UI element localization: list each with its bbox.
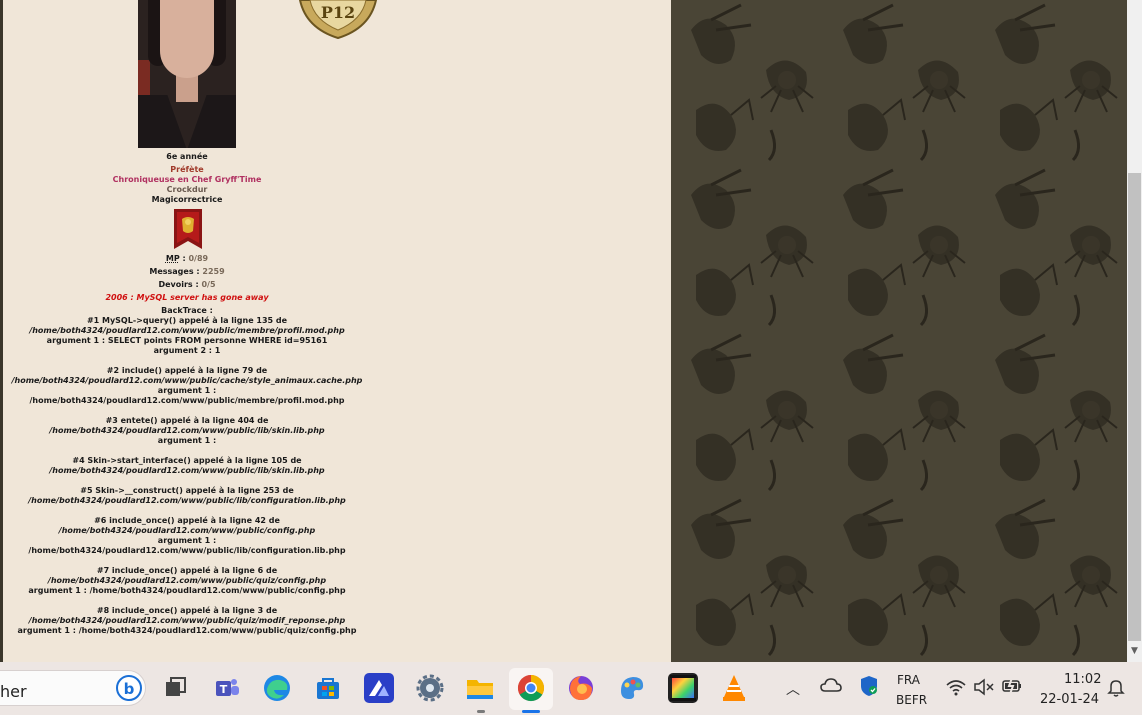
settings-icon[interactable] [415, 673, 445, 703]
wifi-icon[interactable] [945, 678, 967, 699]
messages-stat: Messages : 2259 [3, 267, 371, 276]
backtrace-label: BackTrace : [161, 306, 213, 315]
frame-4-call: #4 Skin->start_interface() appelé à la l… [72, 456, 302, 465]
frame-2-arg-1: argument 1 : [157, 386, 217, 395]
devoirs-stat: Devoirs : 0/5 [3, 280, 371, 289]
role-crockdur: Crockdur [166, 185, 208, 194]
frame-6-call: #6 include_once() appelé à la ligne 42 d… [94, 516, 280, 525]
security-shield-icon[interactable] [859, 675, 879, 700]
avatar[interactable] [138, 0, 236, 148]
frame-2-file: /home/both4324/poudlard12.com/www/public… [11, 376, 363, 385]
scrollbar-thumb[interactable] [1128, 173, 1141, 641]
svg-text:T: T [220, 683, 228, 696]
profile-content: P12 6e année Préfète Chroniqueuse en Che… [3, 0, 671, 662]
affinity-icon[interactable] [364, 673, 394, 703]
store-icon[interactable] [313, 673, 343, 703]
vlc-icon[interactable] [719, 673, 749, 703]
frame-7-call: #7 include_once() appelé à la ligne 6 de [96, 566, 278, 575]
frame-1-arg-2: argument 2 : 1 [153, 346, 221, 355]
mp-value: 0/89 [188, 254, 209, 263]
frame-3-file: /home/both4324/poudlard12.com/www/public… [49, 426, 325, 435]
mp-stat[interactable]: MP : 0/89 [3, 254, 371, 263]
frame-5-call: #5 Skin->__construct() appelé à la ligne… [80, 486, 294, 495]
browser-viewport: P12 6e année Préfète Chroniqueuse en Che… [0, 0, 1127, 662]
file-explorer-running-indicator [477, 710, 485, 713]
battery-charging-icon[interactable] [1001, 677, 1023, 698]
show-hidden-icons-chevron-up-icon[interactable]: ︿ [786, 679, 800, 699]
frame-1-file: /home/both4324/poudlard12.com/www/public… [29, 326, 345, 335]
frame-1-call: #1 MySQL->query() appelé à la ligne 135 … [86, 316, 288, 325]
teams-icon[interactable]: T [212, 673, 242, 703]
messages-value: 2259 [202, 267, 225, 276]
frame-2-call: #2 include() appelé à la ligne 79 de [106, 366, 268, 375]
frame-3-arg-1: argument 1 : [157, 436, 217, 445]
edge-icon[interactable] [262, 673, 292, 703]
gryffindor-banner-icon [174, 209, 202, 249]
bing-icon[interactable]: b [114, 673, 144, 703]
frame-8-arg-1: argument 1 : /home/both4324/poudlard12.c… [17, 626, 357, 635]
svg-text:b: b [124, 680, 135, 698]
frame-1-arg-1: argument 1 : SELECT points FROM personne… [46, 336, 328, 345]
devoirs-label: Devoirs : [158, 280, 199, 289]
firefox-icon[interactable] [566, 673, 596, 703]
school-crest-logo[interactable]: P12 [296, 0, 380, 40]
frame-6-file: /home/both4324/poudlard12.com/www/public… [58, 526, 316, 535]
frame-4-file: /home/both4324/poudlard12.com/www/public… [49, 466, 325, 475]
taskbar-search-text[interactable]: her [0, 682, 27, 701]
error-message: 2006 : MySQL server has gone away [105, 293, 269, 302]
scroll-down-arrow-icon[interactable]: ▼ [1127, 642, 1142, 660]
frame-6-arg-1-value: /home/both4324/poudlard12.com/www/public… [28, 546, 346, 555]
language-indicator-bottom[interactable]: BEFR [896, 693, 927, 707]
task-view-icon[interactable] [161, 673, 191, 703]
onedrive-cloud-icon[interactable] [820, 677, 842, 696]
clock-time[interactable]: 11:02 [1064, 672, 1101, 687]
logo-text: P12 [321, 3, 355, 22]
clock-date[interactable]: 22-01-24 [1040, 692, 1099, 707]
frame-5-file: /home/both4324/poudlard12.com/www/public… [28, 496, 346, 505]
paint-icon[interactable] [617, 673, 647, 703]
language-indicator-top[interactable]: FRA [897, 673, 920, 687]
file-explorer-icon[interactable] [465, 673, 495, 703]
frame-6-arg-1: argument 1 : [157, 536, 217, 545]
windows-taskbar: her b T ︿ FRA BEFR 11:02 22-01-24 [0, 662, 1142, 715]
speaker-muted-icon[interactable] [973, 678, 995, 699]
mp-label: MP [165, 254, 180, 263]
frame-7-file: /home/both4324/poudlard12.com/www/public… [47, 576, 327, 585]
role-magicorrectrice: Magicorrectrice [151, 195, 223, 204]
chrome-active-indicator [522, 710, 540, 713]
role-chroniqueuse: Chroniqueuse en Chef Gryff'Time [112, 175, 262, 184]
frame-2-arg-1-value: /home/both4324/poudlard12.com/www/public… [29, 396, 345, 405]
notification-bell-icon[interactable] [1107, 678, 1125, 701]
frame-8-call: #8 include_once() appelé à la ligne 3 de [96, 606, 278, 615]
role-prefete: Préfète [170, 165, 204, 174]
devoirs-value: 0/5 [201, 280, 216, 289]
background-pattern [671, 0, 1127, 662]
year-label: 6e année [166, 152, 208, 161]
chrome-icon[interactable] [516, 673, 546, 703]
messages-label: Messages : [149, 267, 200, 276]
photo-editor-icon[interactable] [668, 673, 698, 703]
frame-3-call: #3 entete() appelé à la ligne 404 de [105, 416, 269, 425]
frame-7-arg-1: argument 1 : /home/both4324/poudlard12.c… [28, 586, 346, 595]
frame-8-file: /home/both4324/poudlard12.com/www/public… [28, 616, 346, 625]
